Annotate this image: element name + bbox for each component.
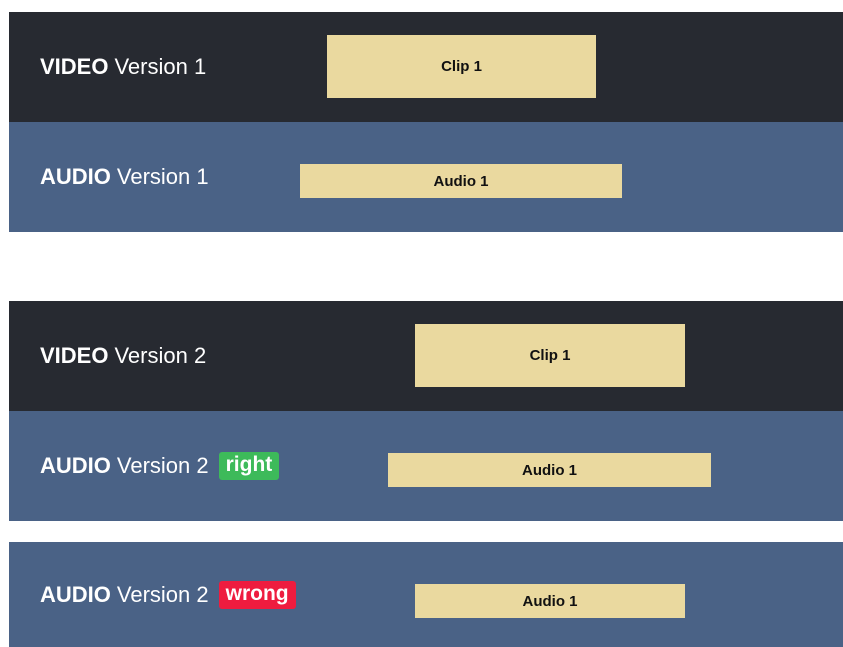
audio-track-version-2-wrong: AUDIO Version 2 wrong Audio 1 [9,542,843,647]
video-track-version-1: VIDEO Version 1 Clip 1 [9,12,843,122]
audio-clip[interactable]: Audio 1 [388,453,711,487]
track-kind: VIDEO [40,54,109,79]
track-label: VIDEO Version 1 [40,54,206,80]
video-clip[interactable]: Clip 1 [327,35,596,98]
video-clip[interactable]: Clip 1 [415,324,685,387]
track-version: Version 2 [114,343,207,368]
audio-clip[interactable]: Audio 1 [300,164,622,198]
track-label: AUDIO Version 2 wrong [40,580,296,609]
track-version: Version 1 [114,54,207,79]
track-version: Version 2 [116,581,209,607]
audio-track-version-2-right: AUDIO Version 2 right Audio 1 [9,411,843,521]
track-label: AUDIO Version 2 right [40,452,280,480]
track-kind: VIDEO [40,343,109,368]
track-label: AUDIO Version 1 [40,164,209,190]
video-track-version-2: VIDEO Version 2 Clip 1 [9,301,843,411]
track-label: VIDEO Version 2 [40,343,206,369]
track-kind: AUDIO [40,164,111,189]
track-version: Version 2 [116,453,209,478]
audio-clip[interactable]: Audio 1 [415,584,685,618]
right-badge: right [218,452,280,480]
track-kind: AUDIO [40,581,111,607]
audio-track-version-1: AUDIO Version 1 Audio 1 [9,122,843,232]
track-version: Version 1 [116,164,209,189]
track-kind: AUDIO [40,453,111,478]
wrong-badge: wrong [218,580,296,609]
